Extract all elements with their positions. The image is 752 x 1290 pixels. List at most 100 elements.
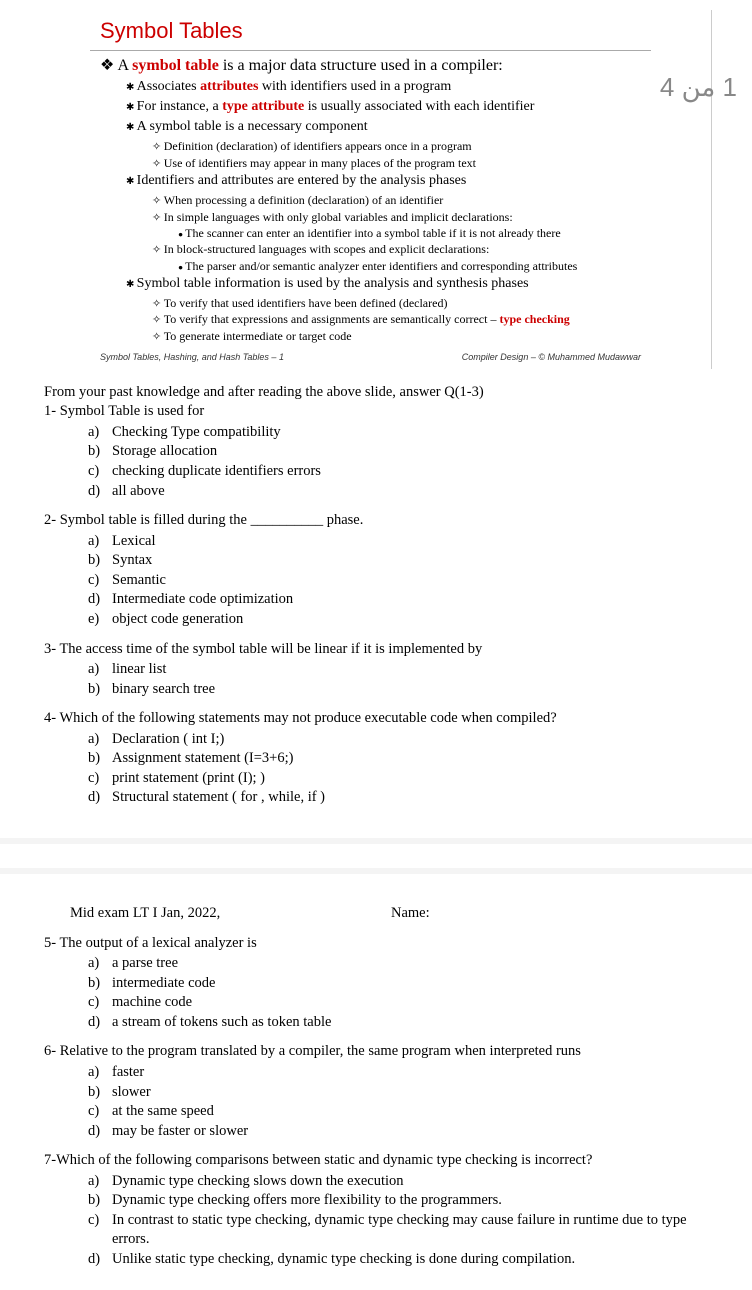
text: For instance, a — [137, 99, 223, 114]
opt-text: Syntax — [112, 551, 152, 571]
opt-letter: a) — [88, 1172, 112, 1192]
bullet-l2: Associates attributes with identifiers u… — [126, 78, 651, 97]
bullet-l3: Use of identifiers may appear in many pl… — [152, 155, 651, 172]
opt-text: binary search tree — [112, 680, 215, 700]
opt-text: Assignment statement (I=3+6;) — [112, 749, 293, 769]
bullet-l2: A symbol table is a necessary component — [126, 118, 651, 137]
questions-block-1: From your past knowledge and after readi… — [44, 383, 712, 808]
opt-letter: b) — [88, 1083, 112, 1103]
footer-right: Compiler Design – © Muhammed Mudawwar — [462, 351, 641, 363]
opt-text: all above — [112, 482, 165, 502]
opt-text: Lexical — [112, 532, 155, 552]
question-2-options: a)Lexical b)Syntax c)Semantic d)Intermed… — [88, 532, 712, 630]
opt-text: checking duplicate identifiers errors — [112, 462, 321, 482]
question-5: 5- The output of a lexical analyzer is — [44, 934, 712, 954]
opt-text: Semantic — [112, 571, 166, 591]
opt-letter: d) — [88, 482, 112, 502]
exam-title: Mid exam LT I Jan, 2022, — [70, 904, 391, 924]
slide-title: Symbol Tables — [90, 10, 651, 51]
opt-text: Structural statement ( for , while, if ) — [112, 788, 325, 808]
opt-text: Intermediate code optimization — [112, 590, 293, 610]
text-highlight: type checking — [499, 312, 569, 326]
opt-text: Declaration ( int I;) — [112, 730, 224, 750]
opt-letter: d) — [88, 1013, 112, 1033]
opt-text: Storage allocation — [112, 442, 217, 462]
intro-text: From your past knowledge and after readi… — [44, 383, 712, 403]
opt-text: Dynamic type checking offers more flexib… — [112, 1191, 502, 1211]
question-1: 1- Symbol Table is used for — [44, 402, 712, 422]
bullet-l3: In simple languages with only global var… — [152, 209, 651, 226]
opt-letter: c) — [88, 1102, 112, 1122]
slide-footer: Symbol Tables, Hashing, and Hash Tables … — [90, 345, 651, 363]
opt-letter: e) — [88, 610, 112, 630]
opt-text: machine code — [112, 993, 192, 1013]
opt-letter: b) — [88, 749, 112, 769]
page-indicator: 1 من 4 — [660, 70, 737, 105]
question-5-options: a)a parse tree b)intermediate code c)mac… — [88, 954, 712, 1032]
opt-letter: a) — [88, 532, 112, 552]
opt-text: a stream of tokens such as token table — [112, 1013, 331, 1033]
bullet-l3: To verify that expressions and assignmen… — [152, 311, 651, 328]
slide-body: A symbol table is a major data structure… — [90, 55, 651, 345]
question-1-options: a)Checking Type compatibility b)Storage … — [88, 423, 712, 501]
opt-text: Checking Type compatibility — [112, 423, 281, 443]
opt-letter: a) — [88, 954, 112, 974]
opt-letter: a) — [88, 423, 112, 443]
text: is usually associated with each identifi… — [304, 99, 534, 114]
bullet-l4: The scanner can enter an identifier into… — [178, 225, 651, 241]
text: Associates — [137, 79, 200, 94]
opt-text: Unlike static type checking, dynamic typ… — [112, 1250, 575, 1270]
opt-text: slower — [112, 1083, 151, 1103]
bullet-l3: In block-structured languages with scope… — [152, 241, 651, 258]
opt-letter: d) — [88, 1250, 112, 1270]
bullet-l4: The parser and/or semantic analyzer ente… — [178, 258, 651, 274]
opt-text: Dynamic type checking slows down the exe… — [112, 1172, 404, 1192]
text: To verify that expressions and assignmen… — [164, 312, 500, 326]
bullet-l1: A symbol table is a major data structure… — [100, 55, 651, 77]
opt-text: object code generation — [112, 610, 243, 630]
text: A — [117, 57, 132, 74]
opt-text: a parse tree — [112, 954, 178, 974]
opt-letter: d) — [88, 788, 112, 808]
opt-letter: d) — [88, 1122, 112, 1142]
bullet-l3: To verify that used identifiers have bee… — [152, 295, 651, 312]
opt-letter: c) — [88, 571, 112, 591]
opt-letter: c) — [88, 1211, 112, 1250]
text-highlight: type attribute — [222, 99, 304, 114]
page-separator — [0, 838, 752, 874]
page2-header: Mid exam LT I Jan, 2022, Name: — [70, 904, 712, 924]
opt-letter: b) — [88, 974, 112, 994]
opt-text: print statement (print (I); ) — [112, 769, 265, 789]
question-4: 4- Which of the following statements may… — [44, 709, 712, 729]
question-4-options: a)Declaration ( int I;) b)Assignment sta… — [88, 730, 712, 808]
question-3: 3- The access time of the symbol table w… — [44, 640, 712, 660]
opt-letter: d) — [88, 590, 112, 610]
bullet-l3: Definition (declaration) of identifiers … — [152, 138, 651, 155]
question-6-options: a)faster b)slower c)at the same speed d)… — [88, 1063, 712, 1141]
text-highlight: symbol table — [132, 57, 219, 74]
question-6: 6- Relative to the program translated by… — [44, 1042, 712, 1062]
opt-letter: c) — [88, 462, 112, 482]
opt-letter: a) — [88, 730, 112, 750]
opt-letter: a) — [88, 1063, 112, 1083]
opt-text: intermediate code — [112, 974, 215, 994]
bullet-l3: To generate intermediate or target code — [152, 328, 651, 345]
opt-text: at the same speed — [112, 1102, 214, 1122]
opt-letter: b) — [88, 551, 112, 571]
bullet-l2: For instance, a type attribute is usuall… — [126, 98, 651, 117]
opt-text: faster — [112, 1063, 144, 1083]
opt-letter: c) — [88, 993, 112, 1013]
questions-block-2: 5- The output of a lexical analyzer is a… — [44, 934, 712, 1270]
question-3-options: a)linear list b)binary search tree — [88, 660, 712, 699]
name-field: Name: — [391, 904, 712, 924]
text: with identifiers used in a program — [258, 79, 451, 94]
opt-text: linear list — [112, 660, 166, 680]
opt-text: In contrast to static type checking, dyn… — [112, 1211, 702, 1250]
slide-container: Symbol Tables A symbol table is a major … — [90, 10, 712, 369]
text: is a major data structure used in a comp… — [219, 57, 503, 74]
bullet-l3: When processing a definition (declaratio… — [152, 192, 651, 209]
opt-letter: b) — [88, 680, 112, 700]
opt-letter: c) — [88, 769, 112, 789]
bullet-l2: Identifiers and attributes are entered b… — [126, 172, 651, 191]
opt-letter: a) — [88, 660, 112, 680]
